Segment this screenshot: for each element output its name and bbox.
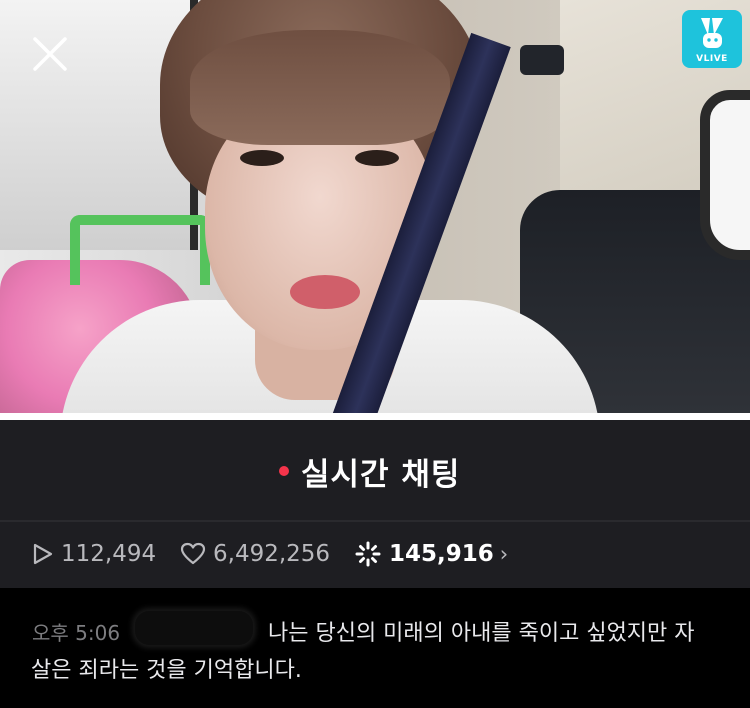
live-indicator-dot: [279, 466, 289, 476]
play-icon: [33, 543, 53, 565]
green-strap: [70, 215, 210, 285]
heart-count-value: 145,916: [389, 541, 494, 567]
message-text-line-2: 살은 죄라는 것을 기억합니다.: [31, 658, 302, 683]
play-count: 112,494: [32, 537, 156, 571]
fringe: [190, 30, 450, 145]
message-time: 오후 5:06: [32, 621, 121, 645]
like-count: 6,492,256: [180, 537, 330, 571]
heart-count[interactable]: 145,916 ›: [354, 537, 508, 571]
left-eye: [240, 150, 284, 166]
play-count-value: 112,494: [61, 541, 157, 567]
like-count-value: 6,492,256: [213, 541, 331, 567]
chevron-right-icon: ›: [499, 542, 509, 566]
vlive-logo: VLIVE: [682, 10, 742, 68]
close-icon: [33, 37, 67, 71]
right-eye: [355, 150, 399, 166]
sparkle-icon: [355, 541, 381, 567]
video-player[interactable]: VLIVE: [0, 0, 750, 413]
belt-anchor: [520, 45, 564, 75]
rear-window: [700, 90, 750, 260]
chat-body: [0, 588, 750, 708]
redacted-username: [135, 611, 253, 645]
lips: [290, 275, 360, 309]
vlive-logo-text: VLIVE: [696, 54, 728, 64]
message-text-line-1: 나는 당신의 미래의 아내를 죽이고 싶었지만 자: [268, 621, 695, 646]
v-hand-icon: [701, 18, 723, 48]
close-button[interactable]: [26, 30, 74, 78]
chat-title: 실시간 채팅: [301, 457, 461, 493]
heart-outline-icon: [180, 542, 206, 565]
video-divider: [0, 413, 750, 420]
